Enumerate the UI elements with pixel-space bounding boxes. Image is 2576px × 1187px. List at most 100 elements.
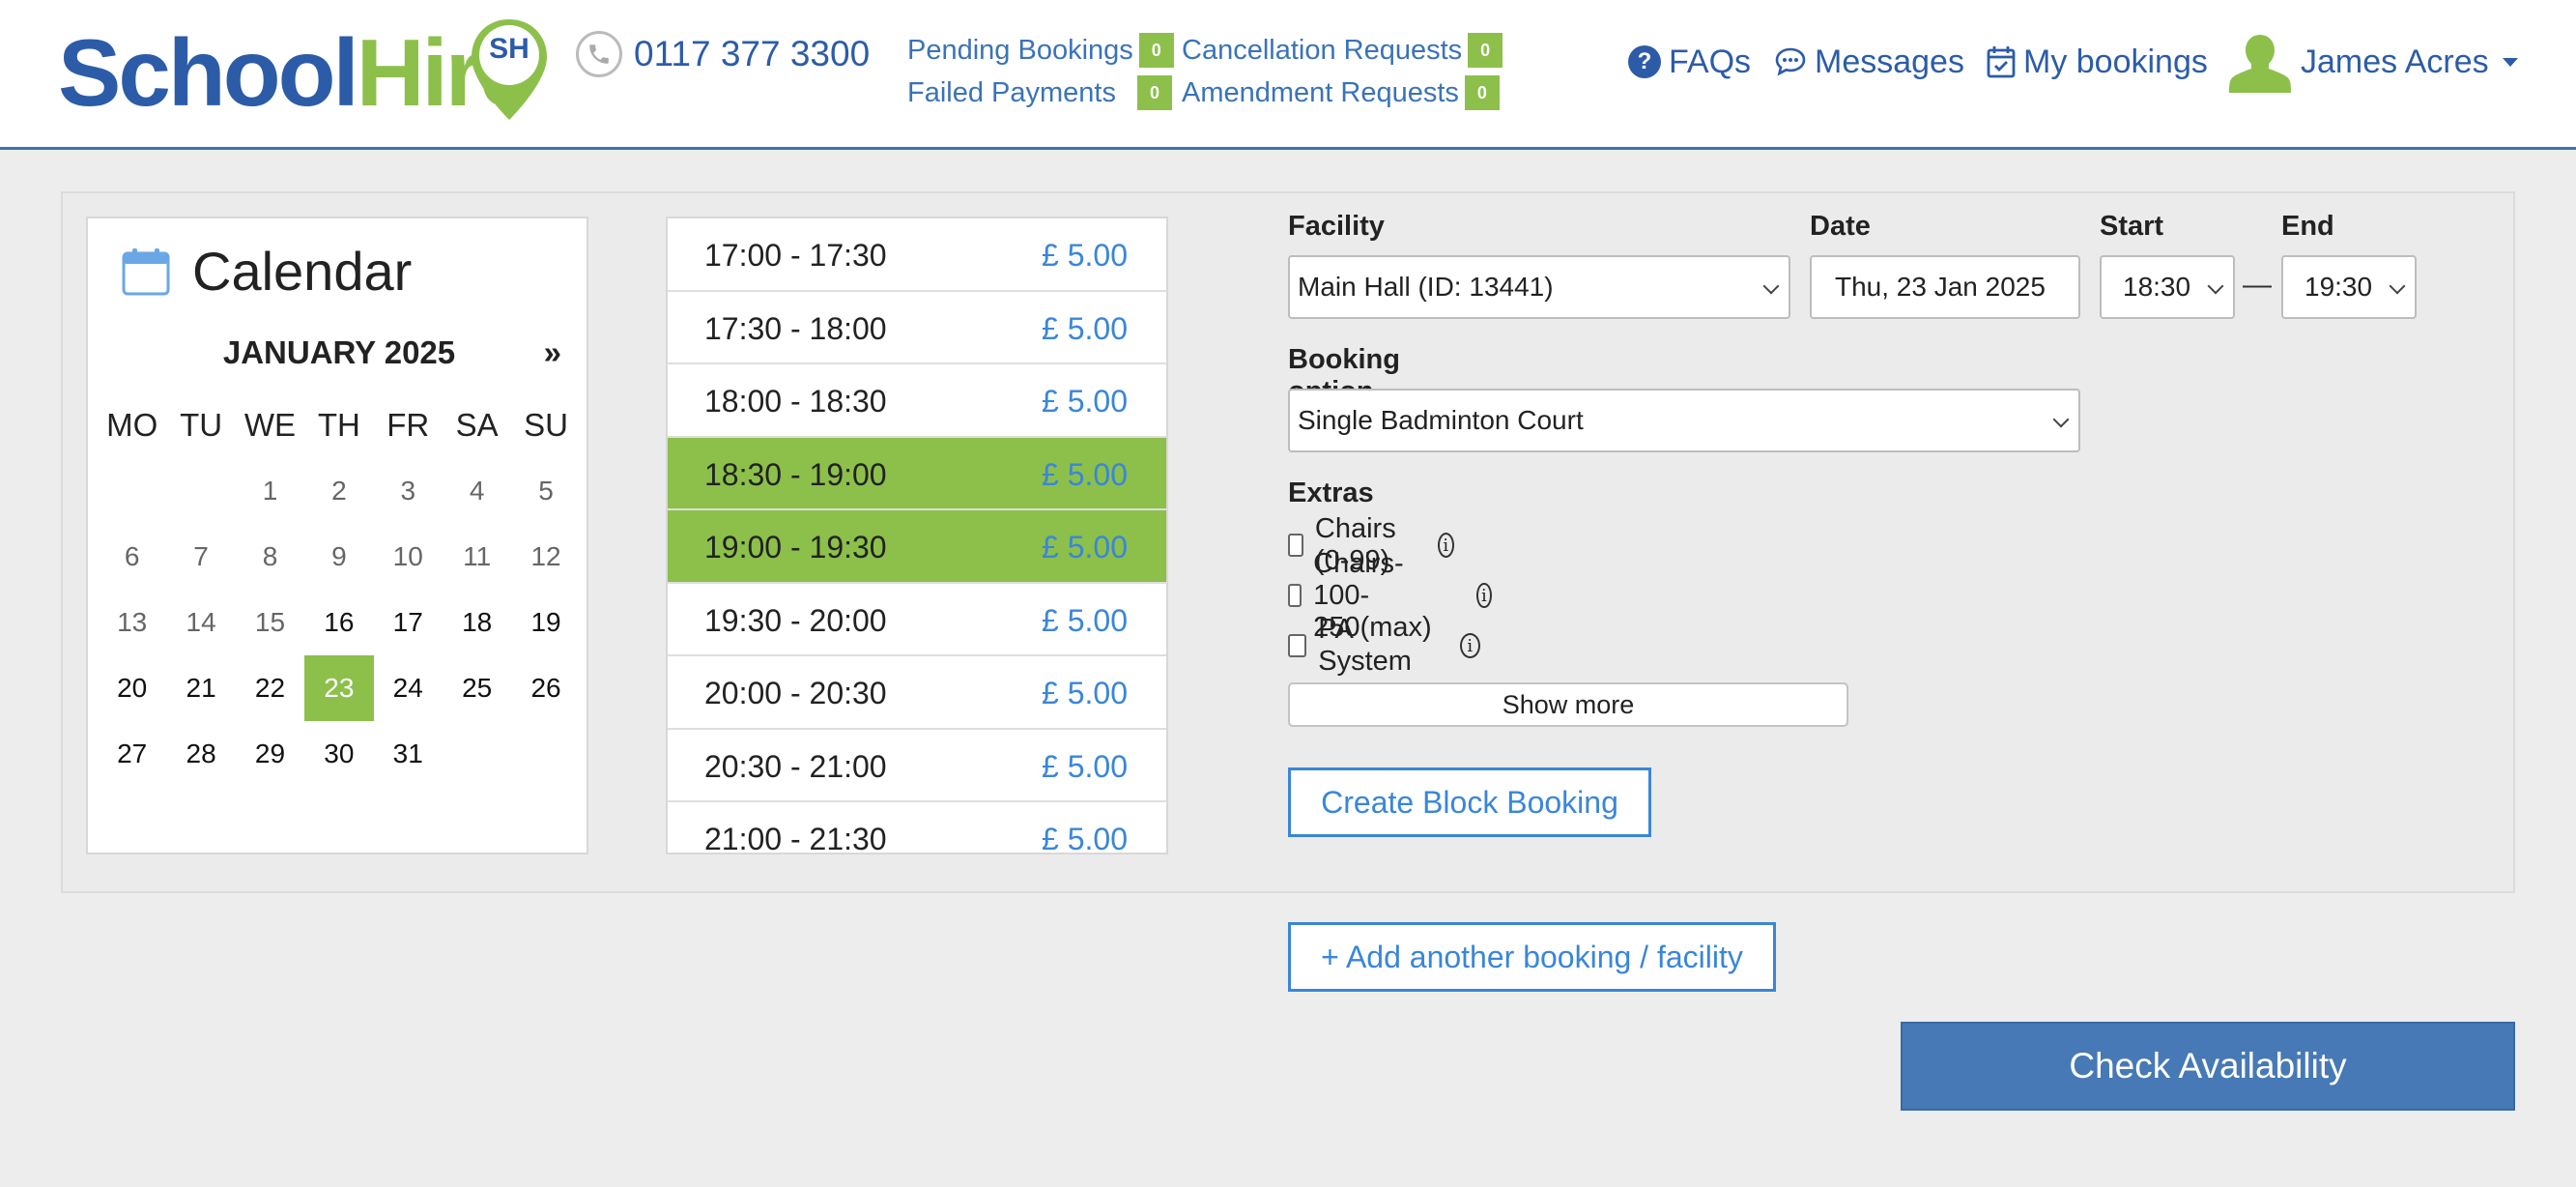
calendar-day[interactable]: 28 [166, 721, 235, 787]
time-slot-price: £ 5.00 [1042, 676, 1128, 710]
amendment-requests-label: Amendment Requests [1182, 76, 1459, 108]
calendar-day: 15 [254, 607, 286, 637]
calendar-empty-cell [443, 721, 511, 787]
date-label: Date [1810, 211, 1871, 242]
phone-number: 0117 377 3300 [634, 34, 871, 73]
time-slot-price: £ 5.00 [1042, 456, 1128, 492]
calendar-day[interactable]: 30 [304, 721, 373, 787]
calendar-week-row: 27 28 29 30 31 [98, 721, 581, 787]
weekday-header: TH [317, 407, 360, 443]
user-menu[interactable]: James Acres [2227, 33, 2518, 93]
time-slot-price: £ 5.00 [1042, 238, 1128, 273]
end-time-select[interactable]: 19:30 [2281, 255, 2417, 319]
create-block-booking-button[interactable]: Create Block Booking [1288, 767, 1651, 837]
time-slot[interactable]: 17:00 - 17:30 £ 5.00 [668, 218, 1166, 292]
calendar-day[interactable]: 19 [511, 590, 580, 655]
extra-pa-system: PA System i [1288, 614, 1480, 677]
time-slot[interactable]: 17:30 - 18:00 £ 5.00 [668, 292, 1166, 364]
pending-bookings-link[interactable]: Pending Bookings 0 [907, 29, 1174, 72]
failed-payments-badge: 0 [1137, 75, 1172, 110]
phone-icon [576, 31, 622, 77]
date-input[interactable]: Thu, 23 Jan 2025 [1810, 255, 2080, 319]
weekday-header: MO [106, 407, 158, 443]
calendar-next-month-button[interactable]: » [544, 334, 561, 371]
calendar-day[interactable]: 21 [166, 655, 235, 721]
user-name: James Acres [2301, 43, 2489, 80]
calendar-day[interactable]: 24 [374, 655, 443, 721]
calendar-day[interactable]: 25 [443, 655, 511, 721]
date-input-value: Thu, 23 Jan 2025 [1835, 272, 2046, 302]
failed-payments-link[interactable]: Failed Payments 0 [907, 72, 1174, 114]
time-slot-price: £ 5.00 [1042, 822, 1128, 854]
calendar-day[interactable]: 22 [236, 655, 304, 721]
calendar-week-row: 6 7 8 9 10 11 12 [98, 524, 581, 590]
calendar-day: 12 [530, 541, 561, 571]
booking-option-select[interactable]: Single Badminton Court [1288, 389, 2080, 452]
calendar-day[interactable]: 26 [511, 655, 580, 721]
calendar-title: Calendar [192, 241, 413, 302]
weekday-header: WE [243, 407, 297, 443]
calendar-day: 2 [331, 476, 347, 506]
start-time-select[interactable]: 18:30 [2100, 255, 2235, 319]
calendar-day[interactable]: 18 [443, 590, 511, 655]
info-icon[interactable]: i [1476, 583, 1492, 608]
calendar-icon [122, 247, 170, 295]
time-slot-time: 18:00 - 18:30 [704, 384, 887, 419]
time-slot-price: £ 5.00 [1042, 530, 1128, 565]
calendar-day: 3 [400, 476, 416, 506]
calendar-day: 14 [186, 607, 216, 637]
time-slot-price: £ 5.00 [1042, 602, 1128, 638]
cancellation-requests-link[interactable]: Cancellation Requests 0 [1182, 29, 1503, 72]
calendar-day[interactable]: 31 [374, 721, 443, 787]
calendar-check-icon [1987, 45, 2016, 78]
time-slot-time: 18:30 - 19:00 [704, 456, 887, 492]
phone-contact[interactable]: 0117 377 3300 [576, 27, 870, 81]
check-availability-button[interactable]: Check Availability [1901, 1022, 2515, 1111]
nav-my-bookings[interactable]: My bookings [1987, 33, 2208, 91]
calendar-day[interactable]: 16 [304, 590, 373, 655]
calendar-day-selected[interactable]: 23 [304, 655, 374, 721]
calendar-day: 10 [392, 541, 423, 571]
time-slot-selected[interactable]: 19:00 - 19:30 £ 5.00 [668, 510, 1166, 584]
time-slot-time: 17:00 - 17:30 [704, 238, 887, 273]
booking-counters-right: Cancellation Requests 0 Amendment Reques… [1182, 29, 1503, 114]
calendar-day[interactable]: 20 [98, 655, 166, 721]
show-more-extras-button[interactable]: Show more [1288, 682, 1848, 727]
question-circle-icon: ? [1628, 45, 1661, 78]
calendar-empty-cell [166, 458, 235, 524]
nav-messages-label: Messages [1815, 43, 1964, 80]
facility-select[interactable]: Main Hall (ID: 13441) [1288, 255, 1790, 319]
extra-chairs-100-250-checkbox[interactable] [1288, 584, 1302, 607]
pending-bookings-badge: 0 [1138, 33, 1174, 68]
logo-badge-text: SH [489, 33, 530, 65]
amendment-requests-link[interactable]: Amendment Requests 0 [1182, 72, 1503, 114]
calendar-week-row: 13 14 15 16 17 18 19 [98, 590, 581, 655]
calendar-day: 5 [538, 476, 554, 506]
time-slot[interactable]: 19:30 - 20:00 £ 5.00 [668, 584, 1166, 656]
schoolhire-logo[interactable]: SchoolHire SH [58, 15, 551, 126]
time-slot[interactable]: 20:30 - 21:00 £ 5.00 [668, 730, 1166, 802]
calendar-day: 9 [331, 541, 347, 571]
time-slot-selected[interactable]: 18:30 - 19:00 £ 5.00 [668, 437, 1166, 510]
extra-pa-system-checkbox[interactable] [1288, 634, 1307, 657]
calendar-day[interactable]: 17 [374, 590, 443, 655]
failed-payments-label: Failed Payments [907, 76, 1116, 108]
pending-bookings-label: Pending Bookings [907, 34, 1133, 66]
add-another-booking-button[interactable]: + Add another booking / facility [1288, 922, 1776, 992]
calendar-day[interactable]: 27 [98, 721, 166, 787]
weekday-header: SU [524, 407, 568, 443]
nav-faqs[interactable]: ? FAQs [1628, 33, 1751, 91]
info-icon[interactable]: i [1459, 633, 1480, 658]
calendar-day: 6 [124, 541, 140, 571]
chat-bubble-icon [1774, 46, 1807, 77]
time-slot[interactable]: 20:00 - 20:30 £ 5.00 [668, 656, 1166, 730]
extra-chairs-0-99-checkbox[interactable] [1288, 534, 1303, 557]
calendar-day: 4 [469, 476, 485, 506]
calendar-day[interactable]: 29 [236, 721, 304, 787]
time-slot[interactable]: 18:00 - 18:30 £ 5.00 [668, 364, 1166, 438]
nav-messages[interactable]: Messages [1774, 33, 1964, 91]
time-slot[interactable]: 21:00 - 21:30 £ 5.00 [668, 802, 1166, 854]
booking-option-value: Single Badminton Court [1298, 405, 1584, 435]
calendar-day: 11 [463, 541, 492, 571]
calendar-month-label: JANUARY 2025 [222, 334, 456, 370]
